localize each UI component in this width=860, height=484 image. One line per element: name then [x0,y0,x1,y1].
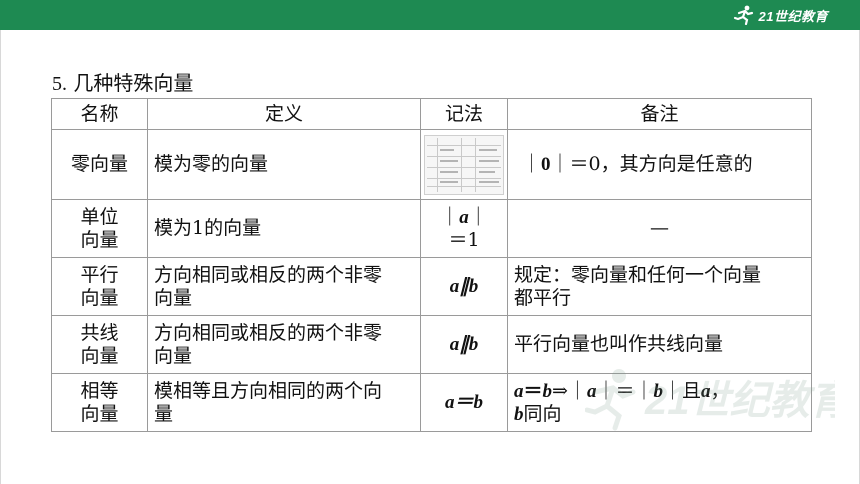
table-header-row: 名称 定义 记法 备注 [51,98,812,130]
notation-line2: ＝1 [448,228,480,251]
note-abs-open: ｜ [522,153,542,175]
vector-a: a [459,206,469,228]
row-note-line2: 都平行 [514,286,572,309]
table-row: 相等 向量 模相等且方向相同的两个向 量 a＝b a＝b⇒｜a｜＝｜b｜且a， … [51,373,812,432]
table-row: 共线 向量 方向相同或相反的两个非零 向量 a∥b 平行向量也叫作共线向量 [51,315,812,374]
row-definition: 模相等且方向相同的两个向 量 [147,373,421,432]
var-b: b [542,380,553,402]
notation-line1: ｜a｜ [427,206,501,229]
row-definition-text: 模为零的向量 [154,153,269,175]
abs-equals: ｜＝｜ [596,379,654,402]
header-definition: 定义 [147,98,421,130]
row-name-line2: 向量 [80,228,119,251]
header-note: 备注 [507,98,812,130]
row-note-text: 平行向量也叫作共线向量 [514,333,724,355]
var-b: b [653,380,663,402]
row-name-line1: 平行 [80,263,119,286]
left-border [0,30,1,484]
row-notation: a∥b [420,315,508,374]
row-definition: 方向相同或相反的两个非零 向量 [147,257,421,316]
row-name: 单位 向量 [51,199,148,258]
runner-logo-icon [733,5,753,25]
header-name: 名称 [51,98,148,130]
row-note-text: — [650,217,669,239]
row-definition-line2: 向量 [154,286,193,309]
row-name-line1: 单位 [80,205,119,228]
notation-text: a∥b [449,276,479,297]
same-direction-text: 同向 [523,402,562,425]
logo-text: 21世纪教育 [758,8,828,24]
row-name: 共线 向量 [51,315,148,374]
row-name: 平行 向量 [51,257,148,316]
row-notation: a＝b [420,373,508,432]
comma: ， [710,379,730,402]
row-definition: 方向相同或相反的两个非零 向量 [147,315,421,374]
row-note-line1: a＝b⇒｜a｜＝｜b｜且a， [514,380,805,403]
embedded-table-thumbnail [424,134,504,195]
section-heading: 5. 几种特殊向量 [52,70,193,97]
row-name: 零向量 [51,129,148,200]
section-number: 5. [52,73,67,95]
implies-abs: ⇒｜ [552,379,587,402]
note-zero-vector: 0 [541,154,551,175]
row-definition-line1: 方向相同或相反的两个非零 [154,263,383,286]
row-name: 相等 向量 [51,373,148,432]
row-note: ｜0｜＝0，其方向是任意的 [507,129,812,200]
row-definition: 模为1的向量 [147,199,421,258]
abs-open: ｜ [440,205,460,228]
special-vectors-table: 名称 定义 记法 备注 零向量 模为零的向量 ｜0｜＝0，其方向是任意的 单位 … [51,98,812,432]
row-note: — [507,199,812,258]
var-b: b [514,403,524,425]
brand-logo: 21世纪教育 [733,4,828,26]
row-name-line1: 共线 [80,321,119,344]
table-row: 平行 向量 方向相同或相反的两个非零 向量 a∥b 规定：零向量和任何一个向量 … [51,257,812,316]
top-banner: 21世纪教育 [0,0,860,30]
note-rest: ｜＝0，其方向是任意的 [550,153,753,175]
row-definition-line1: 方向相同或相反的两个非零 [154,321,383,344]
notation-text: a∥b [449,334,479,355]
abs-close: ｜ [468,205,488,228]
header-notation: 记法 [420,98,508,130]
section-title: 几种特殊向量 [73,71,194,95]
row-notation [420,129,508,200]
row-definition-line2: 量 [154,402,174,425]
row-name-line2: 向量 [80,344,119,367]
row-definition-text: 模为1的向量 [154,217,262,239]
row-notation: a∥b [420,257,508,316]
row-notation: ｜a｜ ＝1 [420,199,508,258]
row-definition-line2: 向量 [154,344,193,367]
row-name-text: 零向量 [70,153,128,175]
row-name-line1: 相等 [80,379,119,402]
table-row: 单位 向量 模为1的向量 ｜a｜ ＝1 — [51,199,812,258]
var-a: a [514,380,524,402]
row-definition-line1: 模相等且方向相同的两个向 [154,379,383,402]
abs-and: ｜且 [662,379,701,402]
row-note-line1: 规定：零向量和任何一个向量 [514,263,762,286]
table-row: 零向量 模为零的向量 ｜0｜＝0，其方向是任意的 [51,129,812,200]
row-name-line2: 向量 [80,286,119,309]
row-note-line2: b同向 [514,403,805,426]
row-definition: 模为零的向量 [147,129,421,200]
row-note: 平行向量也叫作共线向量 [507,315,812,374]
row-note: a＝b⇒｜a｜＝｜b｜且a， b同向 [507,373,812,432]
notation-text: a＝b [444,392,483,413]
var-a: a [586,380,597,402]
row-note: 规定：零向量和任何一个向量 都平行 [507,257,812,316]
equals-sign: ＝ [523,380,543,402]
row-name-line2: 向量 [80,402,119,425]
